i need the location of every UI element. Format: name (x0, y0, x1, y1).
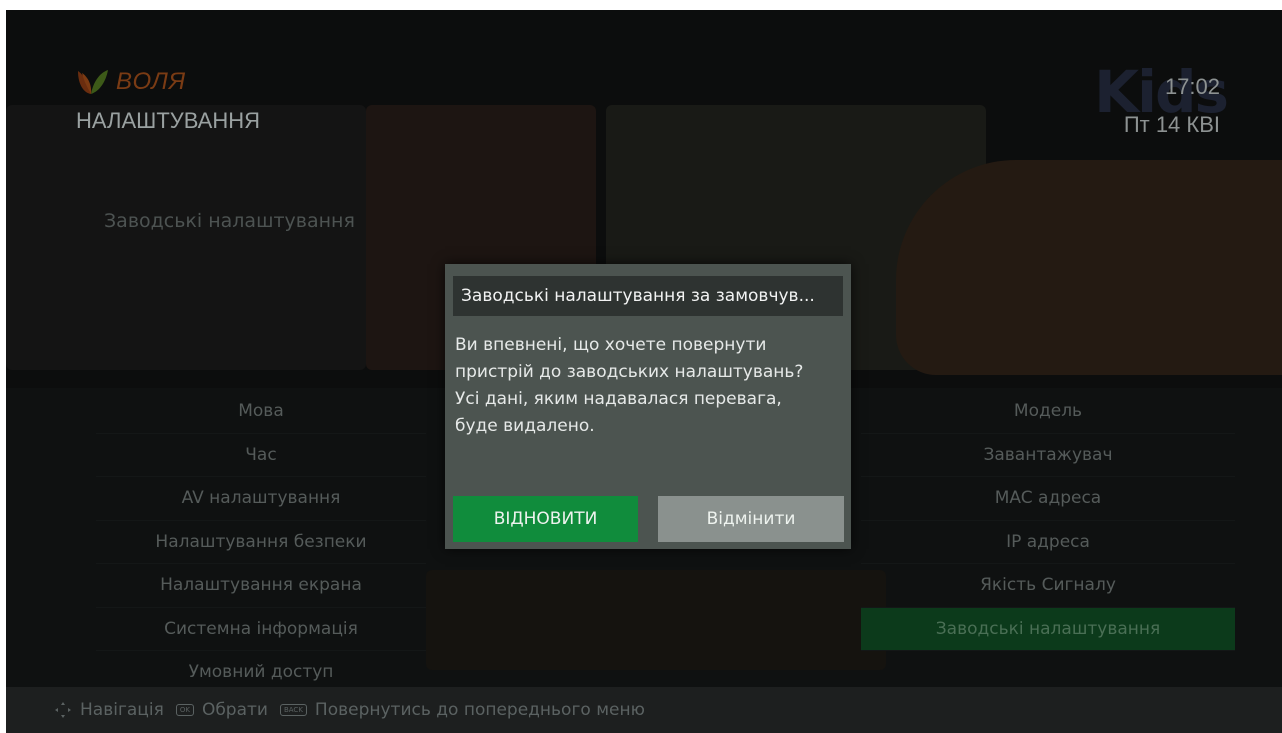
dpad-navigation-icon (54, 701, 72, 719)
submenu-item-mac[interactable]: MAC адреса (861, 477, 1235, 521)
submenu: Модель Завантажувач MAC адреса IP адреса… (861, 390, 1235, 651)
submenu-item-factory-reset[interactable]: Заводські налаштування (861, 607, 1235, 651)
settings-menu: Мова Час AV налаштування Налаштування бе… (96, 390, 426, 695)
submenu-item-model[interactable]: Модель (861, 390, 1235, 434)
background-art (6, 105, 366, 370)
menu-item-security[interactable]: Налаштування безпеки (96, 521, 426, 564)
submenu-item-ip[interactable]: IP адреса (861, 521, 1235, 564)
menu-item-language[interactable]: Мова (96, 390, 426, 434)
submenu-item-bootloader[interactable]: Завантажувач (861, 434, 1235, 477)
menu-item-time[interactable]: Час (96, 434, 426, 477)
menu-item-screen[interactable]: Налаштування екрана (96, 564, 426, 608)
menu-item-av-settings[interactable]: AV налаштування (96, 477, 426, 521)
date: Пт 14 КВІ (1123, 112, 1220, 137)
ok-key-icon: OK (175, 704, 194, 716)
hint-select: Обрати (201, 700, 268, 720)
hint-back: Повернутись до попереднього меню (314, 700, 645, 720)
brand-logo: ВОЛЯ (74, 67, 186, 97)
dialog-message: Ви впевнені, що хочете повернути пристрі… (455, 335, 804, 436)
footer-hints: Навігація OK Обрати BACK Повернутись до … (6, 687, 1282, 733)
tv-screen: Kids ВОЛЯ НАЛАШТУВАННЯ 17:02 Пт 14 КВІ З… (6, 10, 1282, 733)
page-title: НАЛАШТУВАННЯ (76, 108, 261, 133)
brand-name: ВОЛЯ (116, 68, 187, 95)
dialog-title: Заводські налаштування за замовчув... (453, 276, 843, 316)
leaf-logo-icon (74, 67, 110, 97)
background-art (426, 570, 886, 670)
back-key-icon: BACK (279, 704, 307, 716)
submenu-item-signal-quality[interactable]: Якість Сигналу (861, 564, 1235, 608)
cancel-button[interactable]: Відмінити (658, 496, 844, 542)
background-art (896, 160, 1282, 375)
section-title: Заводські налаштування (104, 210, 355, 232)
clock: 17:02 (1164, 74, 1220, 99)
restore-button[interactable]: ВІДНОВИТИ (453, 496, 638, 542)
hint-navigation: Навігація (80, 700, 164, 720)
factory-reset-dialog: Заводські налаштування за замовчув... Ви… (445, 264, 851, 549)
menu-item-system-info[interactable]: Системна інформація (96, 608, 426, 651)
